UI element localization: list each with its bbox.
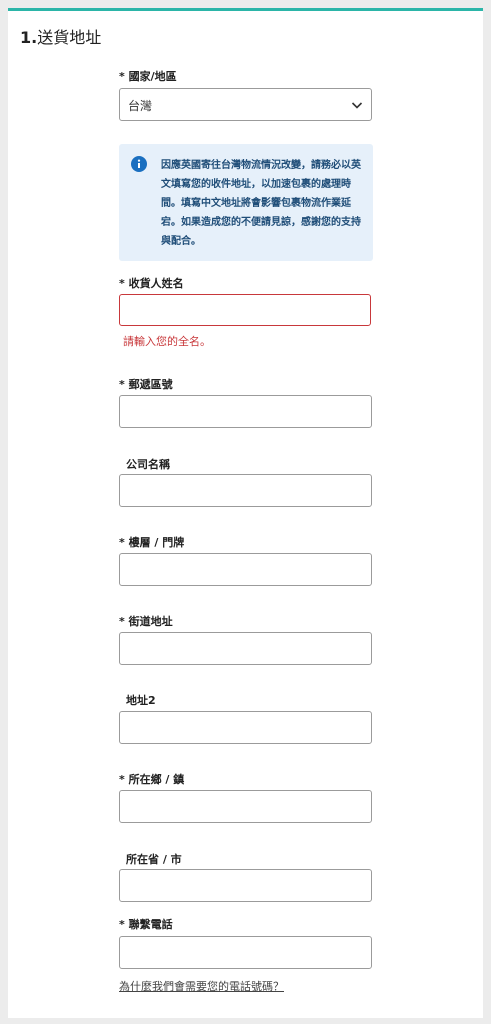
floor-input[interactable] [119,553,372,586]
company-input[interactable] [119,474,372,507]
street-input[interactable] [119,632,372,665]
section-title-text: 送貨地址 [37,28,102,47]
floor-label: * 樓層 / 門牌 [119,536,185,549]
street-label: * 街道地址 [119,615,173,628]
province-input[interactable] [119,869,372,902]
country-label: * 國家/地區 [119,70,177,83]
phone-label: * 聯繫電話 [119,918,173,931]
shipping-address-panel: 1.送貨地址 * 國家/地區 台灣 因應英國寄往台灣物流情況改變，請務必以英文填… [8,8,483,1018]
township-label: * 所在鄉 / 鎮 [119,773,185,786]
chevron-down-icon [351,102,363,109]
recipient-name-label: * 收貨人姓名 [119,277,184,290]
country-select-value: 台灣 [128,99,153,113]
info-circle-icon [131,156,147,172]
section-title: 1.送貨地址 [20,24,101,48]
recipient-name-input[interactable] [119,294,371,326]
township-input[interactable] [119,790,372,823]
phone-input[interactable] [119,936,372,969]
shipping-notice: 因應英國寄往台灣物流情況改變，請務必以英文填寫您的收件地址，以加速包裹的處理時間… [119,144,373,261]
country-select[interactable]: 台灣 [119,88,372,121]
company-label: 公司名稱 [126,458,170,471]
province-label: 所在省 / 市 [126,853,182,866]
postal-code-label: * 郵遞區號 [119,378,173,391]
section-number: 1. [20,28,38,47]
address2-label: 地址2 [126,694,156,707]
address2-input[interactable] [119,711,372,744]
recipient-name-error: 請輸入您的全名。 [123,335,211,348]
postal-code-input[interactable] [119,395,372,428]
accent-bar [8,8,483,11]
shipping-notice-text: 因應英國寄往台灣物流情況改變，請務必以英文填寫您的收件地址，以加速包裹的處理時間… [161,160,361,247]
phone-help-link[interactable]: 為什麼我們會需要您的電話號碼？ [119,978,284,994]
